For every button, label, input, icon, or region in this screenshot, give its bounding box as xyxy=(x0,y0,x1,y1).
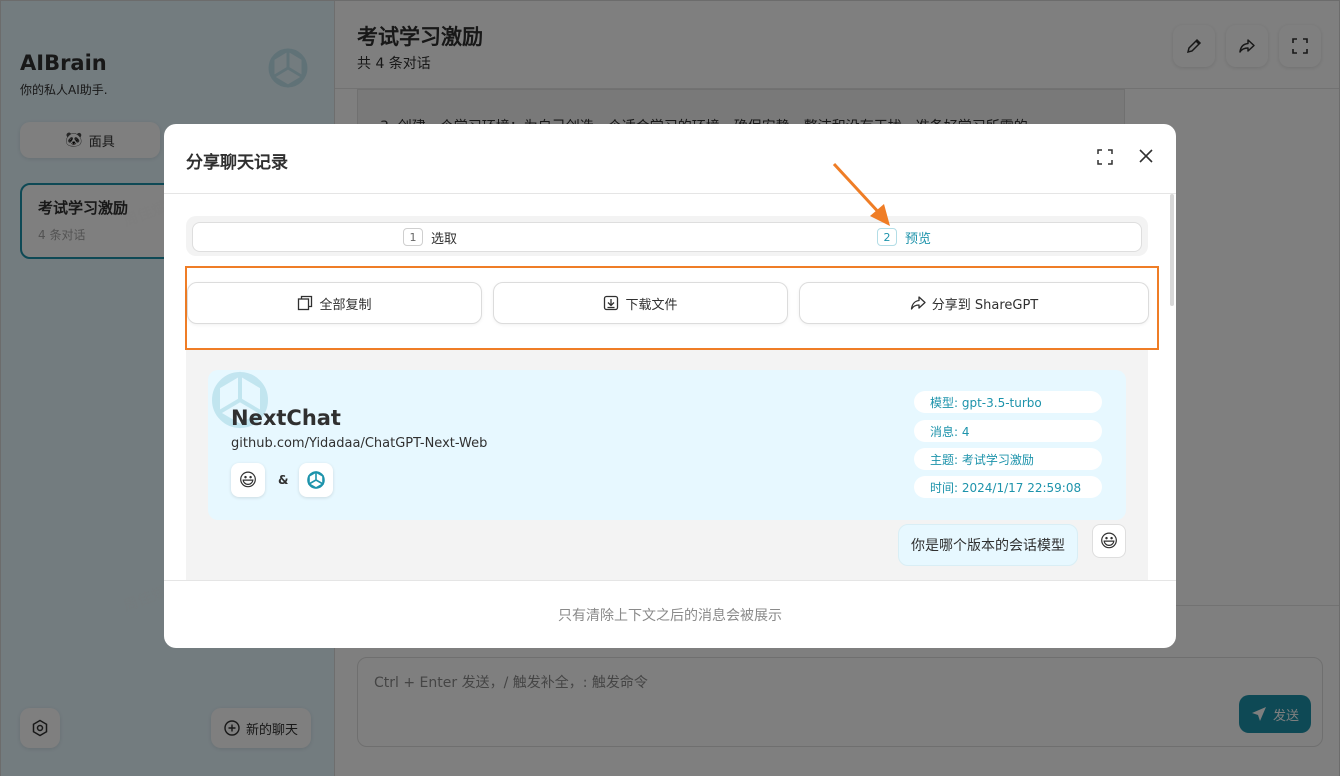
modal-close-button[interactable] xyxy=(1134,144,1158,168)
user-message-avatar: 😃 xyxy=(1092,524,1126,558)
preview-header-card: NextChat github.com/Yidadaa/ChatGPT-Next… xyxy=(208,370,1126,520)
modal-title: 分享聊天记录 xyxy=(186,153,288,173)
smiley-icon: 😃 xyxy=(1099,530,1119,552)
expand-icon xyxy=(1097,149,1113,165)
actions-highlight: 全部复制 下载文件 分享到 ShareGPT xyxy=(185,266,1159,350)
copy-all-button[interactable]: 全部复制 xyxy=(187,282,482,324)
share-icon xyxy=(910,296,926,310)
user-message: 你是哪个版本的会话模型 xyxy=(898,524,1078,566)
modal-expand-button[interactable] xyxy=(1094,146,1116,168)
card-title: NextChat xyxy=(231,406,341,430)
scrollbar-thumb[interactable] xyxy=(1170,194,1174,306)
steps-bar: 1 选取 2 预览 xyxy=(186,216,1148,256)
modal-header: 分享聊天记录 xyxy=(164,124,1176,194)
download-label: 下载文件 xyxy=(625,297,678,313)
copy-all-label: 全部复制 xyxy=(319,297,372,313)
step-number: 1 xyxy=(402,228,423,246)
step-select[interactable]: 1 选取 xyxy=(193,223,667,251)
steps: 1 选取 2 预览 xyxy=(192,222,1142,252)
annotation-arrow-icon xyxy=(832,162,890,226)
download-icon xyxy=(604,295,619,311)
card-link: github.com/Yidadaa/ChatGPT-Next-Web xyxy=(231,436,488,451)
step-label: 选取 xyxy=(430,231,457,247)
bot-avatar xyxy=(299,463,333,497)
messages-pill: 消息: 4 xyxy=(914,420,1102,442)
model-pill: 模型: gpt-3.5-turbo xyxy=(914,391,1102,413)
user-avatar: 😃 xyxy=(231,463,265,497)
time-pill: 时间: 2024/1/17 22:59:08 xyxy=(914,476,1102,498)
ampersand: & xyxy=(278,473,289,487)
share-modal: 分享聊天记录 1 选取 2 预览 全部复制 下载文件 分享到 ShareGPT … xyxy=(164,124,1176,648)
modal-footer-note: 只有清除上下文之后的消息会被展示 xyxy=(164,580,1176,648)
download-button[interactable]: 下载文件 xyxy=(493,282,788,324)
topic-pill: 主题: 考试学习激励 xyxy=(914,448,1102,470)
copy-icon xyxy=(298,295,313,311)
smiley-icon: 😃 xyxy=(238,469,258,491)
openai-logo-icon xyxy=(307,471,325,489)
share-sharegpt-button[interactable]: 分享到 ShareGPT xyxy=(799,282,1149,324)
close-icon xyxy=(1139,149,1153,163)
share-sharegpt-label: 分享到 ShareGPT xyxy=(931,297,1039,313)
preview-area: NextChat github.com/Yidadaa/ChatGPT-Next… xyxy=(186,350,1148,580)
